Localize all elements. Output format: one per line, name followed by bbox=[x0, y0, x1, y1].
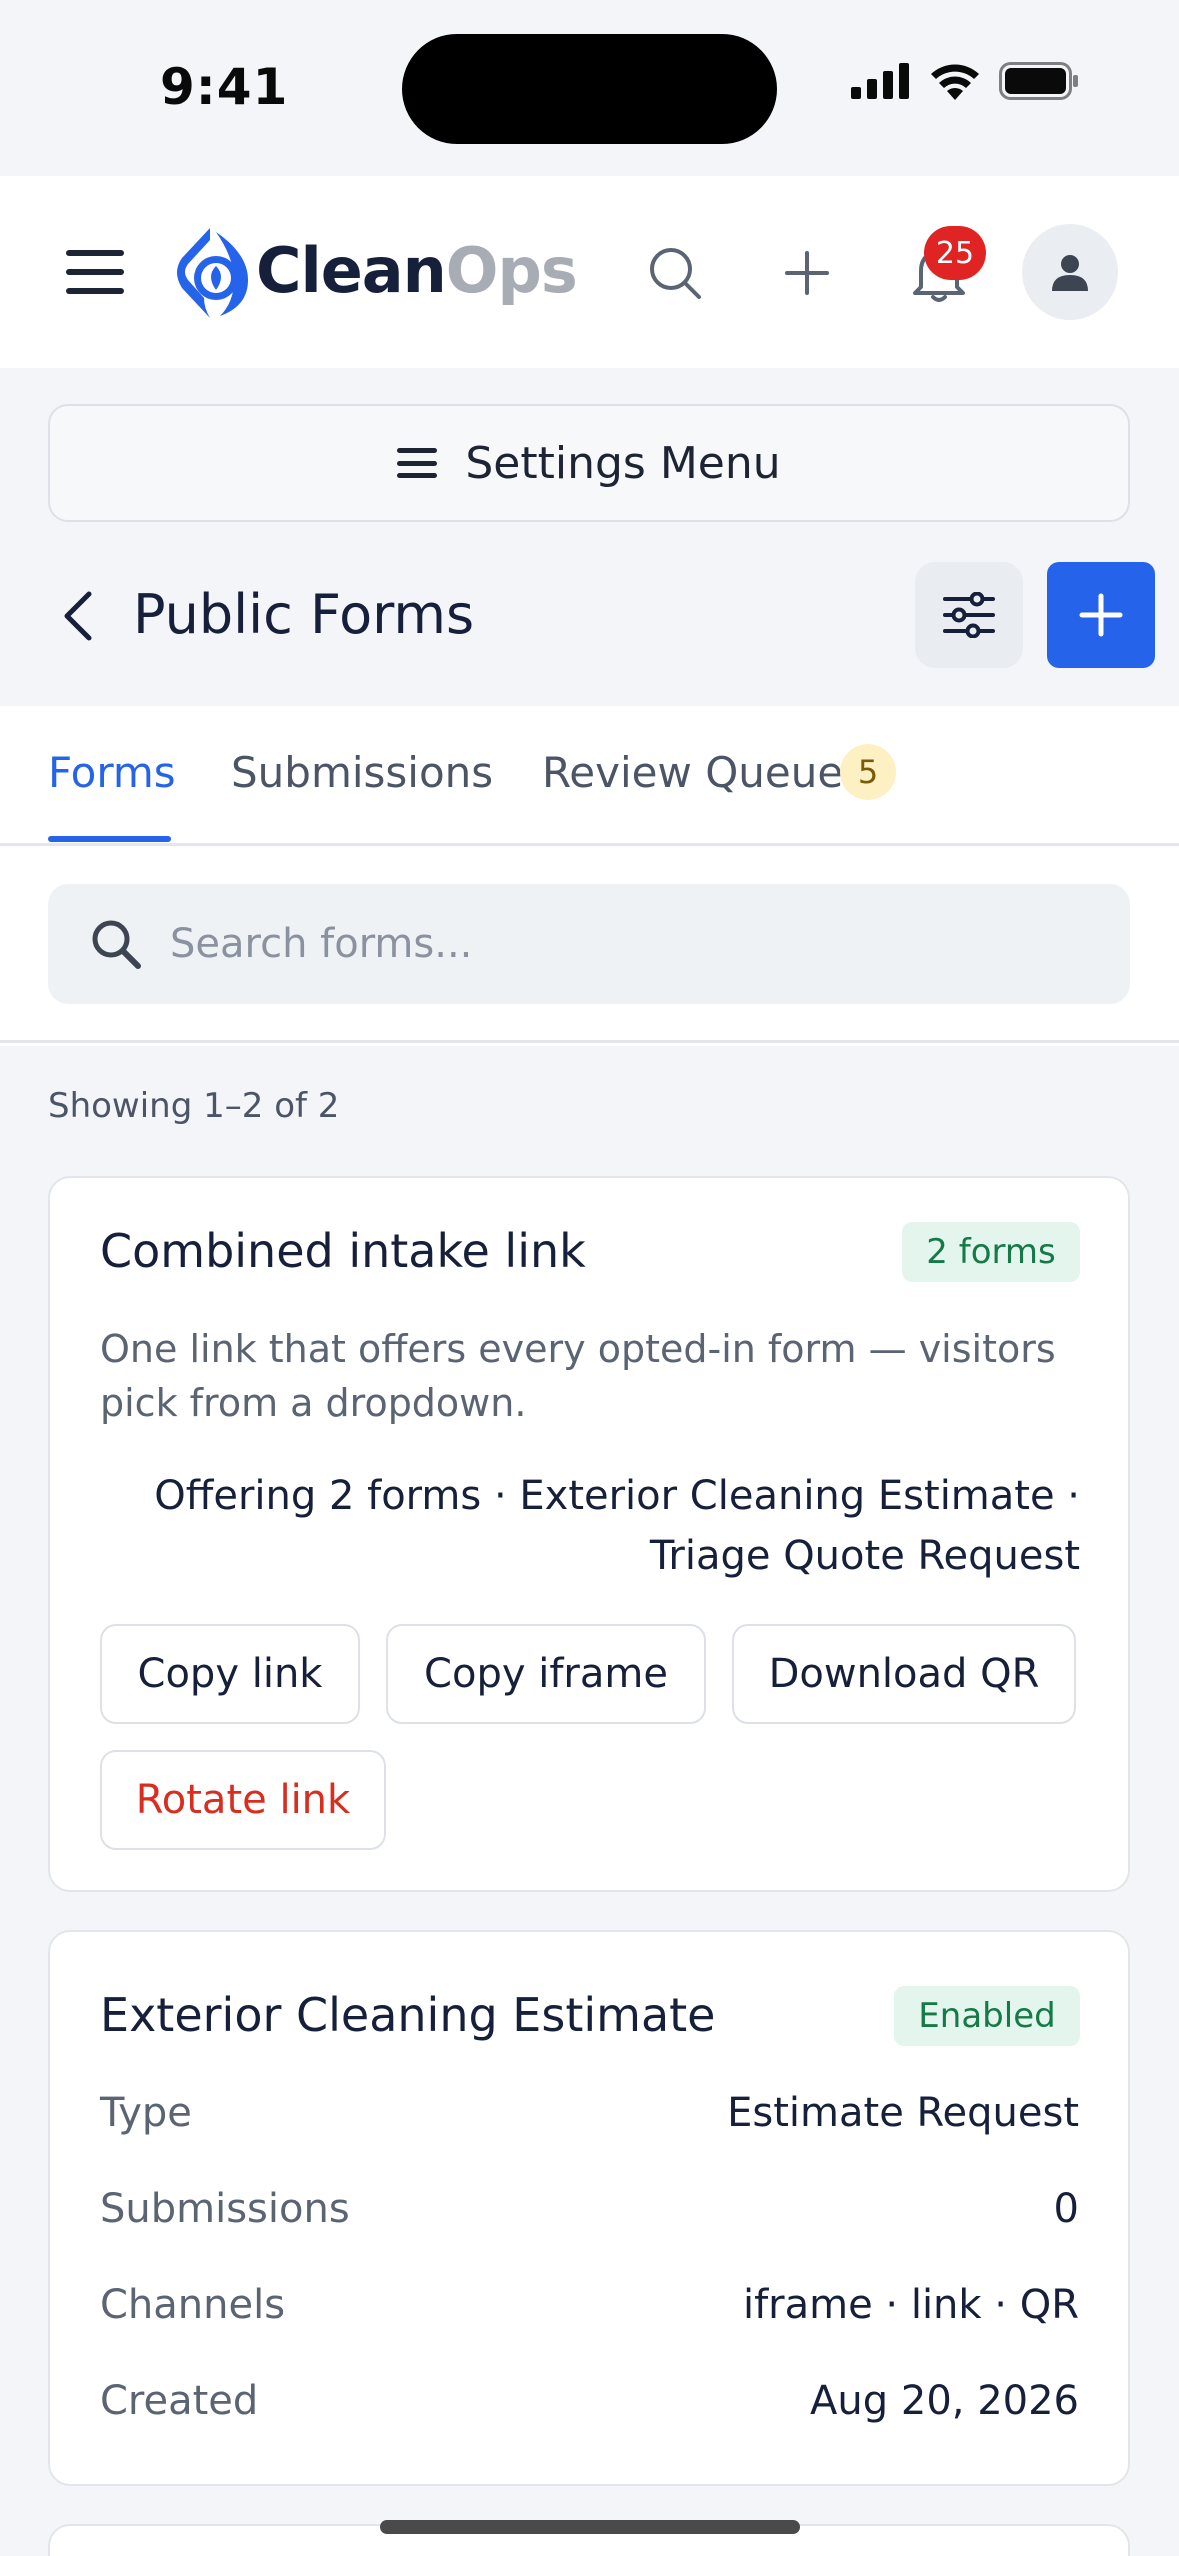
active-tab-indicator bbox=[48, 836, 171, 842]
download-qr-button[interactable]: Download QR bbox=[732, 1624, 1076, 1724]
offering-line-2: Triage Quote Request bbox=[649, 1533, 1080, 1579]
form-type-label: Type bbox=[100, 2090, 192, 2136]
form-channels-label: Channels bbox=[100, 2282, 286, 2328]
notification-count-badge: 25 bbox=[924, 226, 986, 280]
tab-forms[interactable]: Forms bbox=[48, 748, 176, 797]
search-icon[interactable] bbox=[640, 238, 710, 308]
search-icon bbox=[88, 916, 144, 972]
tab-review-queue[interactable]: Review Queue bbox=[542, 748, 843, 797]
user-icon bbox=[1052, 255, 1088, 291]
form-type-value: Estimate Request bbox=[727, 2090, 1079, 2136]
form-submissions-value: 0 bbox=[1053, 2186, 1079, 2232]
copy-link-button[interactable]: Copy link bbox=[100, 1624, 360, 1724]
offering-forms-text: Offering 2 forms · Exterior Cleaning Est… bbox=[140, 1466, 1080, 1586]
combined-intake-title: Combined intake link bbox=[100, 1224, 586, 1278]
hamburger-menu-icon[interactable] bbox=[66, 250, 124, 294]
results-count-text: Showing 1–2 of 2 bbox=[48, 1086, 340, 1126]
rotate-link-button[interactable]: Rotate link bbox=[100, 1750, 386, 1850]
copy-iframe-button[interactable]: Copy iframe bbox=[386, 1624, 706, 1724]
app-logo-text: CleanOps bbox=[256, 234, 578, 307]
forms-count-badge: 2 forms bbox=[902, 1222, 1080, 1282]
dynamic-island bbox=[402, 34, 777, 144]
combined-intake-description: One link that offers every opted-in form… bbox=[100, 1327, 1056, 1425]
user-avatar[interactable] bbox=[1022, 224, 1118, 320]
back-chevron-icon[interactable] bbox=[50, 584, 106, 648]
page-title: Public Forms bbox=[133, 583, 475, 646]
status-icons bbox=[851, 62, 1079, 100]
settings-menu-label: Settings Menu bbox=[465, 437, 781, 489]
offering-line-1: Offering 2 forms · Exterior Cleaning Est… bbox=[154, 1473, 1080, 1519]
form-submissions-label: Submissions bbox=[100, 2186, 350, 2232]
wifi-icon bbox=[931, 64, 979, 100]
home-indicator bbox=[380, 2520, 800, 2534]
form-channels-value: iframe · link · QR bbox=[742, 2282, 1079, 2328]
add-icon[interactable] bbox=[772, 238, 842, 308]
form-card-title: Exterior Cleaning Estimate bbox=[100, 1988, 716, 2042]
status-time: 9:41 bbox=[160, 58, 289, 116]
tab-submissions[interactable]: Submissions bbox=[231, 748, 493, 797]
form-status-badge: Enabled bbox=[894, 1986, 1080, 2046]
cleanops-logo-icon bbox=[177, 228, 248, 318]
form-created-label: Created bbox=[100, 2378, 259, 2424]
form-created-value: Aug 20, 2026 bbox=[810, 2378, 1079, 2424]
plus-icon bbox=[1079, 593, 1123, 637]
search-field[interactable] bbox=[48, 884, 1130, 1004]
review-queue-count-badge: 5 bbox=[840, 744, 896, 800]
settings-menu-button[interactable]: Settings Menu bbox=[48, 404, 1130, 522]
cellular-signal-icon bbox=[851, 63, 909, 99]
menu-lines-icon bbox=[397, 448, 438, 478]
search-divider bbox=[0, 1040, 1179, 1043]
add-form-button[interactable] bbox=[1047, 562, 1155, 668]
filter-button[interactable] bbox=[915, 562, 1023, 668]
search-input[interactable] bbox=[170, 921, 1070, 967]
tabs-divider bbox=[0, 843, 1179, 846]
battery-icon bbox=[999, 62, 1078, 100]
sliders-icon bbox=[943, 592, 995, 638]
